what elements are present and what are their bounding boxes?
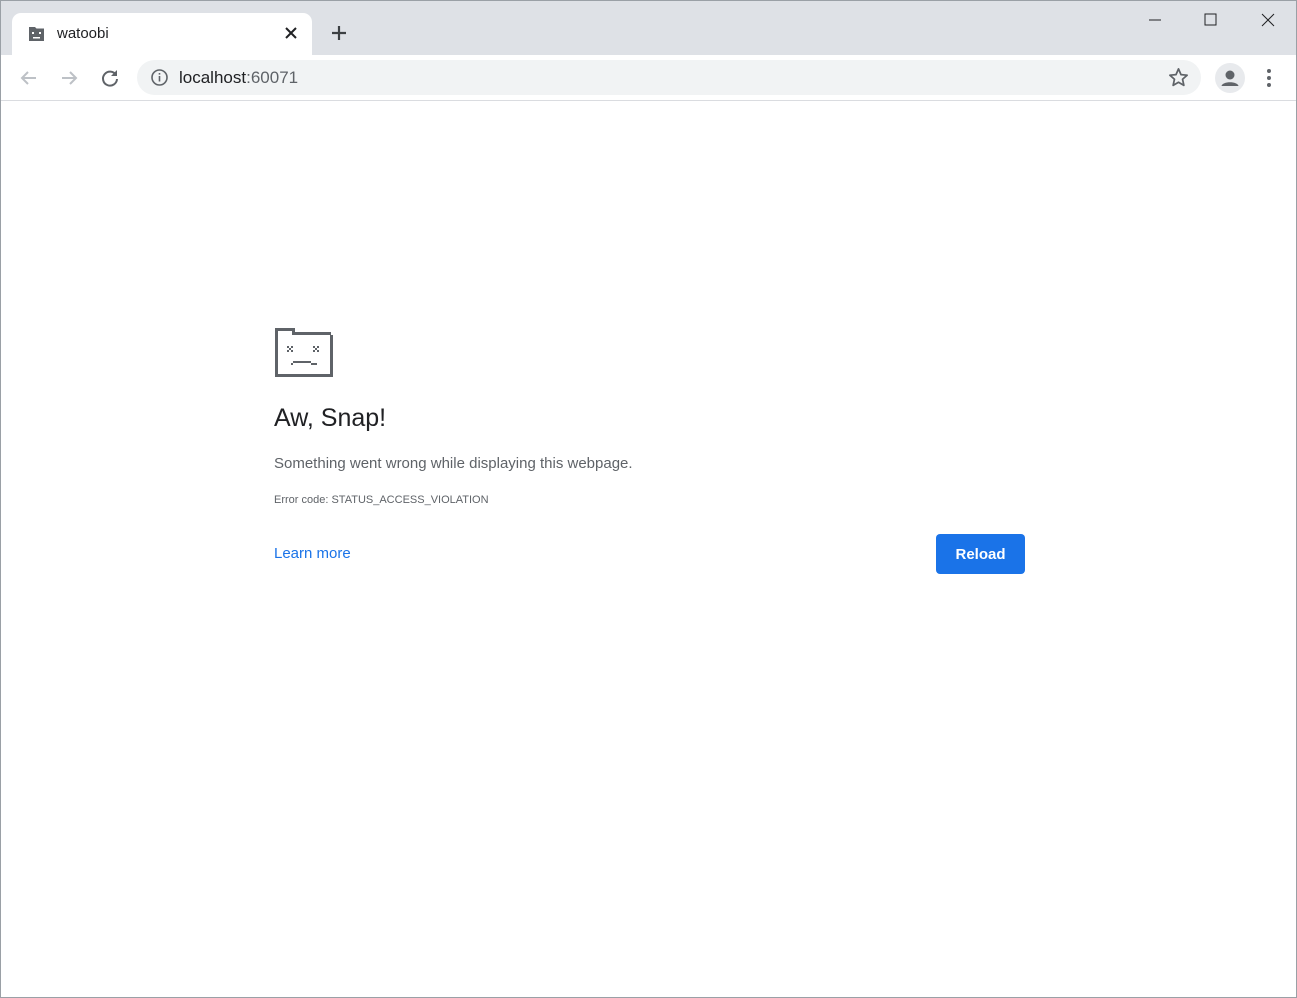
profile-button[interactable] xyxy=(1215,63,1245,93)
error-message: Something went wrong while displaying th… xyxy=(274,455,633,472)
tab-active[interactable]: watoobi xyxy=(12,13,312,55)
info-icon[interactable] xyxy=(150,68,169,87)
sad-folder-icon xyxy=(275,328,333,377)
error-heading: Aw, Snap! xyxy=(274,404,387,432)
forward-arrow-icon[interactable] xyxy=(56,65,82,91)
url-text[interactable]: localhost:60071 xyxy=(179,68,298,88)
bookmark-star-icon[interactable] xyxy=(1167,66,1190,89)
back-arrow-icon[interactable] xyxy=(16,65,42,91)
url-host: localhost xyxy=(179,68,247,87)
close-tab-icon[interactable] xyxy=(282,24,300,42)
page-content: Aw, Snap! Something went wrong while dis… xyxy=(1,102,1296,997)
tab-strip: watoobi xyxy=(1,1,1296,55)
maximize-icon[interactable] xyxy=(1183,1,1239,39)
minimize-icon[interactable] xyxy=(1127,1,1183,39)
toolbar: localhost:60071 xyxy=(1,55,1296,101)
address-bar[interactable]: localhost:60071 xyxy=(137,60,1201,95)
kebab-menu-icon[interactable] xyxy=(1259,65,1279,91)
tab-title: watoobi xyxy=(57,25,109,42)
url-port: :60071 xyxy=(246,68,299,87)
reload-icon[interactable] xyxy=(97,65,123,91)
new-tab-icon[interactable] xyxy=(327,21,351,45)
window-close-icon[interactable] xyxy=(1239,1,1295,39)
sad-tab-icon xyxy=(29,27,44,41)
learn-more-link[interactable]: Learn more xyxy=(274,545,351,562)
profile-avatar-icon xyxy=(1221,70,1239,86)
error-code: Error code: STATUS_ACCESS_VIOLATION xyxy=(274,494,489,506)
browser-window: watoobi localhost:60071 Aw, Snap! Someth… xyxy=(0,0,1297,998)
reload-button[interactable]: Reload xyxy=(936,534,1025,574)
